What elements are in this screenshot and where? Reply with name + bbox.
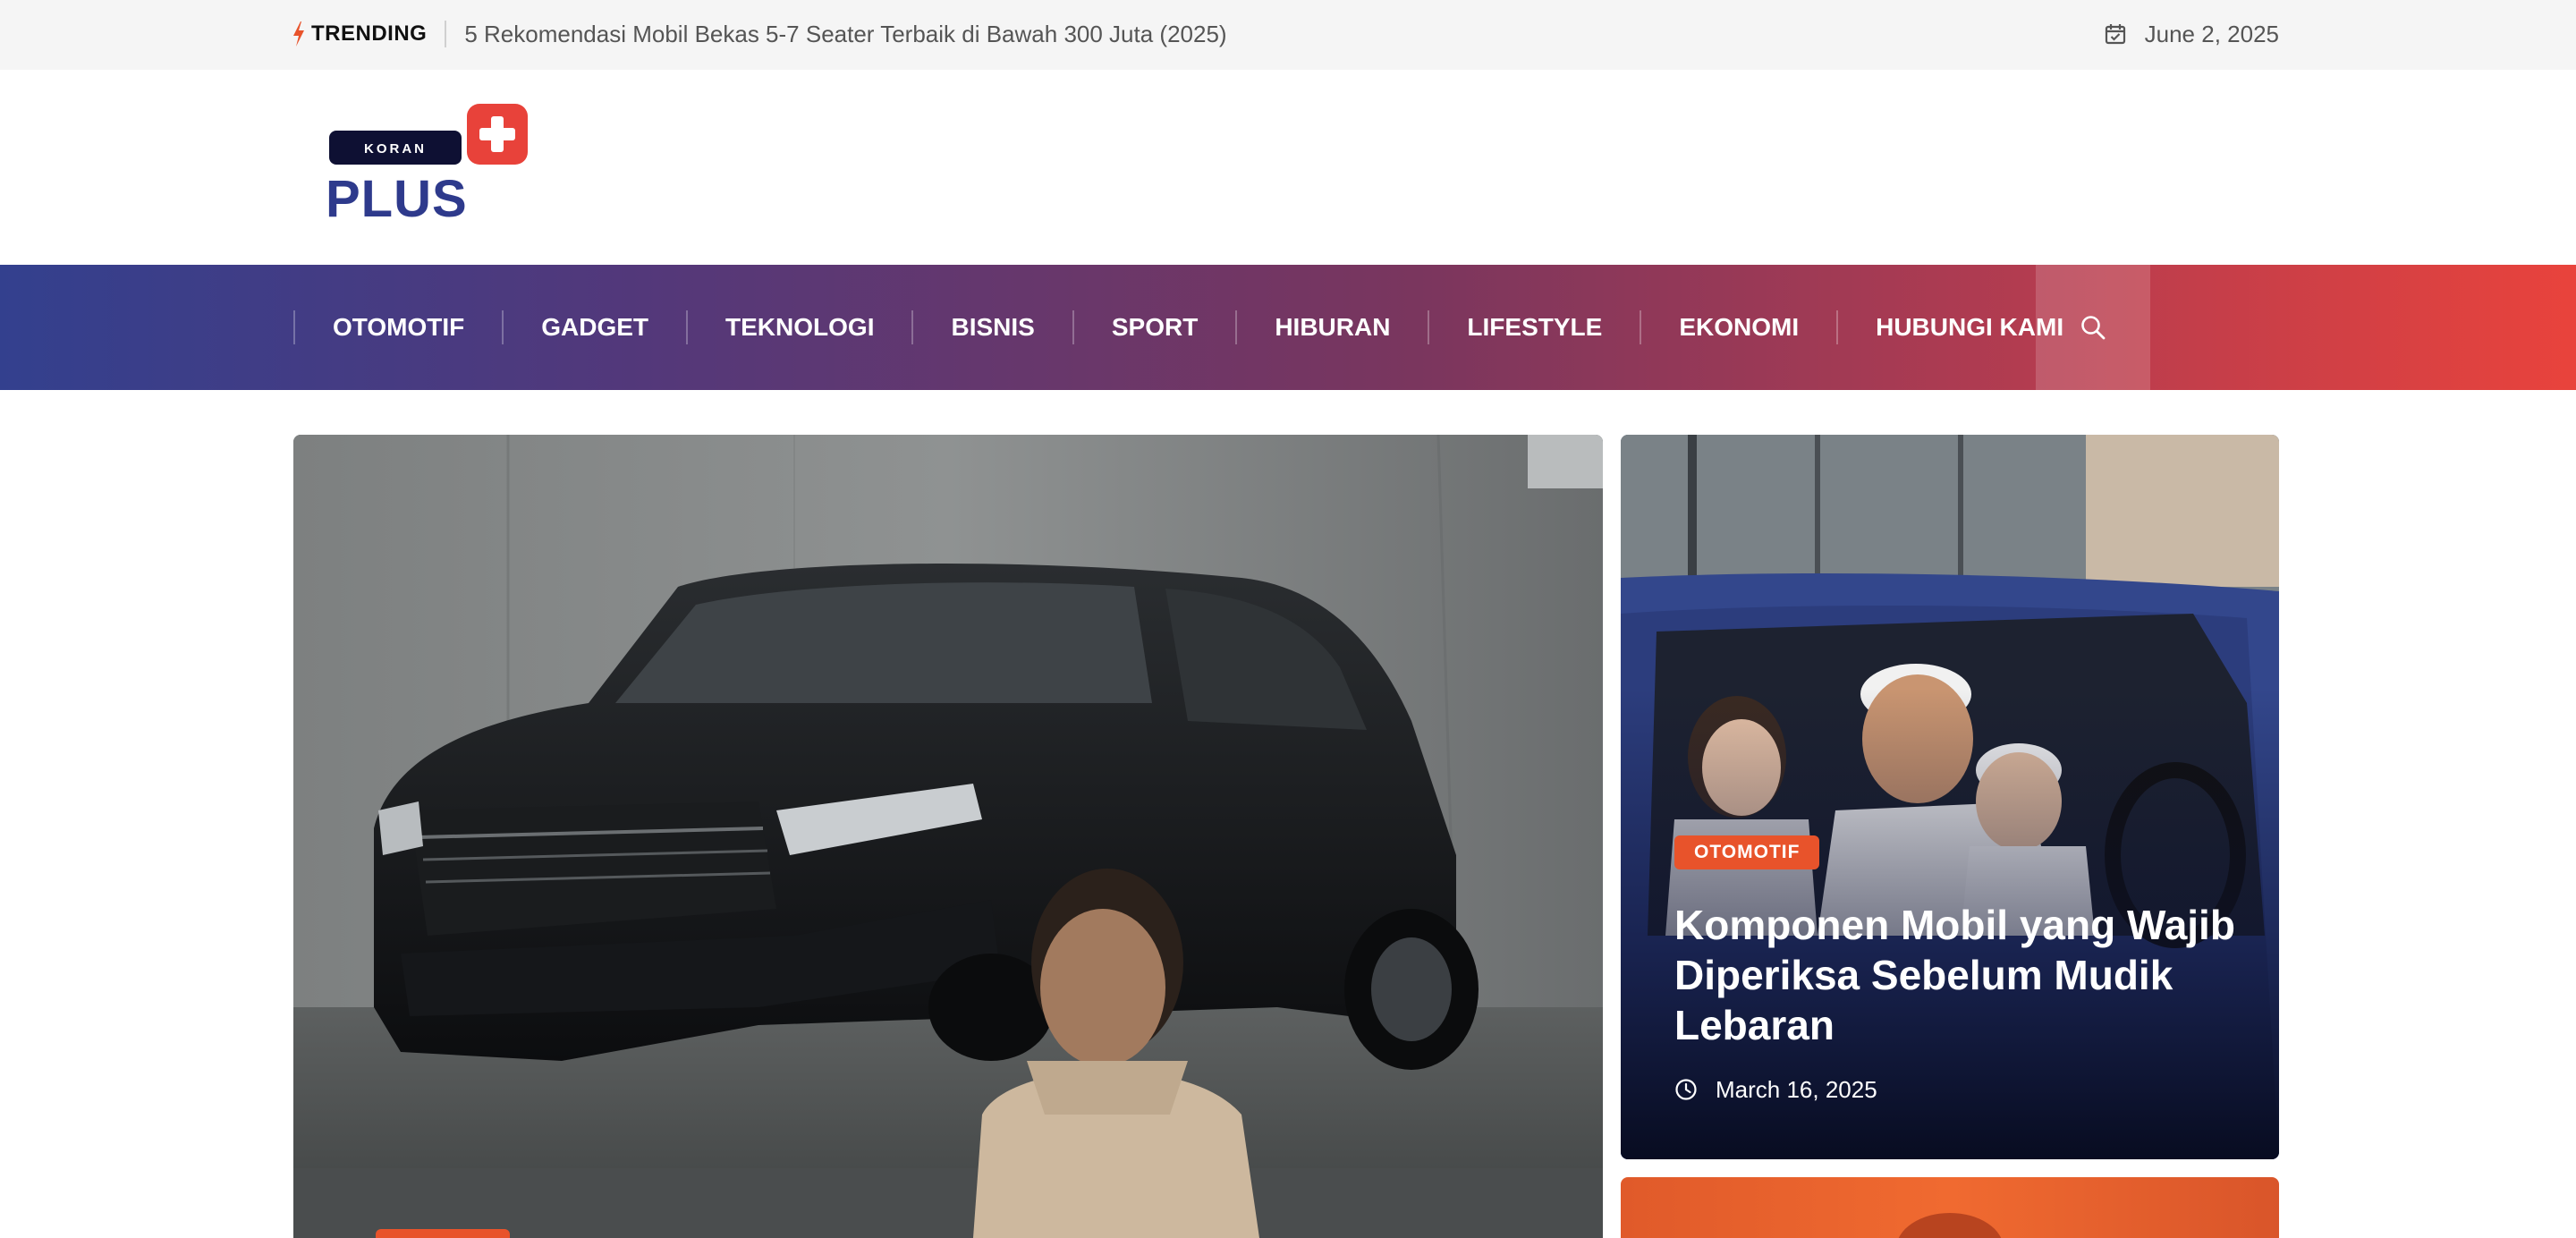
featured-main-article[interactable] [293, 435, 1603, 1238]
category-badge[interactable]: OTOMOTIF [1674, 835, 1820, 869]
nav-label[interactable]: HIBURAN [1237, 313, 1428, 342]
nav-item-otomotif[interactable]: OTOMOTIF [293, 265, 502, 390]
featured-side-image-2[interactable] [1621, 1177, 2279, 1238]
bolt-icon [293, 21, 304, 47]
article-title[interactable]: Komponen Mobil yang Wajib Diperiksa Sebe… [1674, 900, 2238, 1050]
nav-label[interactable]: BISNIS [913, 313, 1072, 342]
nav-label[interactable]: TEKNOLOGI [688, 313, 911, 342]
search-icon [2081, 316, 2106, 340]
nav-label[interactable]: OTOMOTIF [295, 313, 502, 342]
nav-item-lifestyle[interactable]: LIFESTYLE [1428, 265, 1640, 390]
nav-label[interactable]: LIFESTYLE [1429, 313, 1640, 342]
nav-item-teknologi[interactable]: TEKNOLOGI [686, 265, 911, 390]
date-text: June 2, 2025 [2144, 20, 2279, 47]
svg-text:KORAN: KORAN [364, 141, 427, 157]
calendar-check-icon [2105, 24, 2125, 45]
featured-main-image[interactable] [293, 435, 1603, 1238]
nav-item-hiburan[interactable]: HIBURAN [1235, 265, 1428, 390]
main-navigation: OTOMOTIF GADGET TEKNOLOGI BISNIS SPORT H… [0, 265, 2576, 390]
image-gradient-overlay [1621, 435, 2279, 1159]
featured-side-article-2[interactable] [1621, 1177, 2279, 1238]
featured-side-article[interactable]: OTOMOTIF Komponen Mobil yang Wajib Diper… [1621, 435, 2279, 1159]
nav-label[interactable]: SPORT [1074, 313, 1235, 342]
top-bar: TRENDING 5 Rekomendasi Mobil Bekas 5-7 S… [0, 0, 2576, 70]
trending-headline-link[interactable]: 5 Rekomendasi Mobil Bekas 5-7 Seater Ter… [464, 21, 1226, 48]
site-logo[interactable]: KORAN PLUS [326, 104, 531, 224]
svg-text:PLUS: PLUS [326, 170, 468, 224]
nav-item-gadget[interactable]: GADGET [502, 265, 686, 390]
nav-label[interactable]: GADGET [504, 313, 686, 342]
trending-label: TRENDING [311, 21, 428, 46]
search-button[interactable] [2036, 265, 2150, 390]
nav-item-ekonomi[interactable]: EKONOMI [1640, 265, 1836, 390]
current-date: June 2, 2025 [2104, 18, 2279, 50]
trending-ticker: TRENDING 5 Rekomendasi Mobil Bekas 5-7 S… [292, 18, 1227, 50]
trending-divider [445, 21, 447, 47]
clock-icon [1675, 1079, 1697, 1100]
nav-label[interactable]: EKONOMI [1641, 313, 1836, 342]
nav-item-sport[interactable]: SPORT [1072, 265, 1235, 390]
article-meta: March 16, 2025 [1674, 1073, 1877, 1106]
article-date: March 16, 2025 [1716, 1075, 1877, 1103]
nav-menu: OTOMOTIF GADGET TEKNOLOGI BISNIS SPORT H… [293, 265, 2101, 390]
category-badge-peek [376, 1229, 510, 1238]
nav-item-bisnis[interactable]: BISNIS [911, 265, 1072, 390]
